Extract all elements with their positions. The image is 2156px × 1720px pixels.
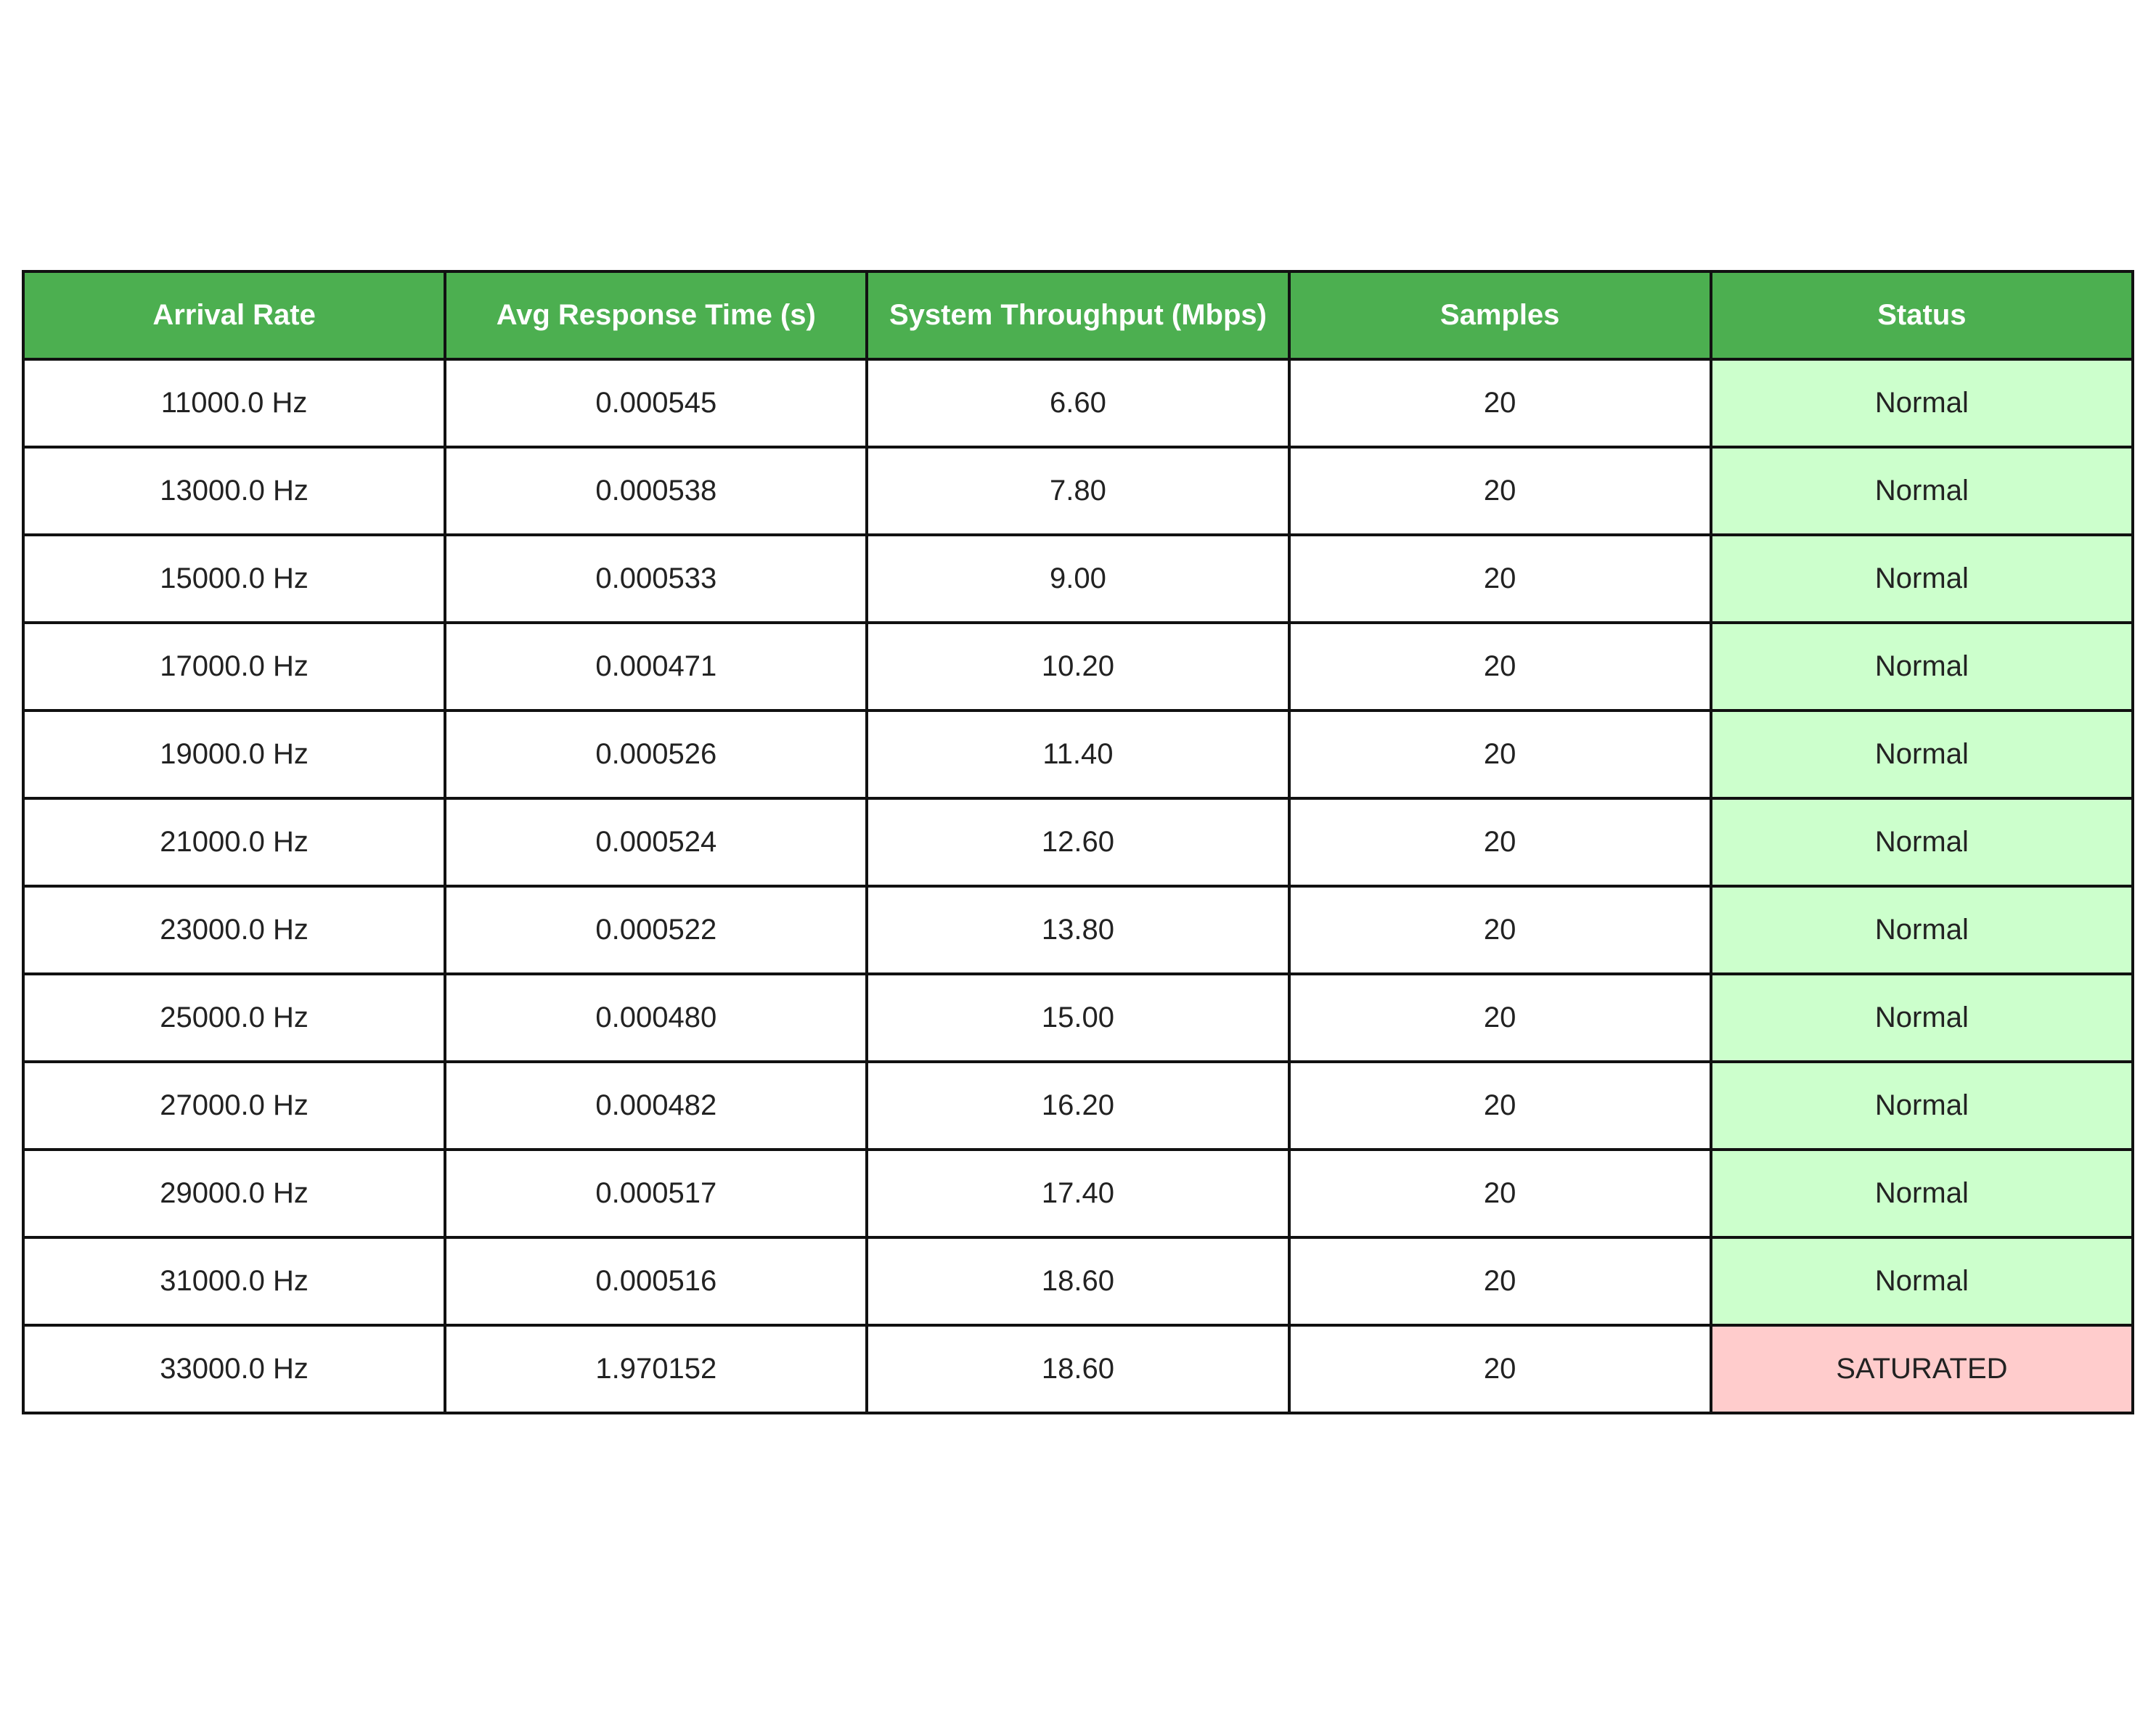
table-row: 27000.0 Hz 0.000482 16.20 20 Normal (21, 1060, 2135, 1151)
table-row: 21000.0 Hz 0.000524 12.60 20 Normal (21, 797, 2135, 888)
cell-samples: 20 (1287, 972, 1712, 1063)
cell-arrival-rate: 29000.0 Hz (21, 1148, 447, 1239)
cell-samples: 20 (1287, 1324, 1712, 1414)
cell-status: Normal (1709, 972, 2135, 1063)
cell-arrival-rate: 11000.0 Hz (21, 358, 447, 449)
cell-arrival-rate: 31000.0 Hz (21, 1236, 447, 1327)
column-header: Arrival Rate (21, 270, 447, 361)
cell-throughput: 18.60 (865, 1324, 1291, 1414)
cell-status: Normal (1709, 358, 2135, 449)
cell-status: Normal (1709, 797, 2135, 888)
cell-throughput: 11.40 (865, 709, 1291, 800)
table-row: 29000.0 Hz 0.000517 17.40 20 Normal (21, 1148, 2135, 1239)
column-header: Samples (1287, 270, 1712, 361)
table-row: 23000.0 Hz 0.000522 13.80 20 Normal (21, 885, 2135, 975)
cell-arrival-rate: 33000.0 Hz (21, 1324, 447, 1414)
table-row: 19000.0 Hz 0.000526 11.40 20 Normal (21, 709, 2135, 800)
cell-samples: 20 (1287, 1060, 1712, 1151)
table-row: 13000.0 Hz 0.000538 7.80 20 Normal (21, 446, 2135, 536)
cell-samples: 20 (1287, 533, 1712, 624)
header-row: Arrival Rate Avg Response Time (s) Syste… (21, 270, 2135, 361)
cell-arrival-rate: 19000.0 Hz (21, 709, 447, 800)
table-row: 17000.0 Hz 0.000471 10.20 20 Normal (21, 621, 2135, 712)
cell-throughput: 10.20 (865, 621, 1291, 712)
cell-arrival-rate: 27000.0 Hz (21, 1060, 447, 1151)
cell-status: Normal (1709, 1236, 2135, 1327)
cell-avg-response-time: 0.000538 (444, 446, 869, 536)
cell-status: Normal (1709, 446, 2135, 536)
cell-throughput: 16.20 (865, 1060, 1291, 1151)
cell-avg-response-time: 0.000522 (444, 885, 869, 975)
cell-throughput: 9.00 (865, 533, 1291, 624)
cell-samples: 20 (1287, 1148, 1712, 1239)
column-header: System Throughput (Mbps) (865, 270, 1291, 361)
cell-throughput: 18.60 (865, 1236, 1291, 1327)
table-row: 25000.0 Hz 0.000480 15.00 20 Normal (21, 972, 2135, 1063)
cell-status: Normal (1709, 533, 2135, 624)
cell-samples: 20 (1287, 709, 1712, 800)
cell-samples: 20 (1287, 621, 1712, 712)
cell-samples: 20 (1287, 446, 1712, 536)
cell-samples: 20 (1287, 797, 1712, 888)
cell-avg-response-time: 1.970152 (444, 1324, 869, 1414)
cell-arrival-rate: 17000.0 Hz (21, 621, 447, 712)
cell-arrival-rate: 15000.0 Hz (21, 533, 447, 624)
table-row: 15000.0 Hz 0.000533 9.00 20 Normal (21, 533, 2135, 624)
cell-throughput: 12.60 (865, 797, 1291, 888)
table-container: Arrival Rate Avg Response Time (s) Syste… (21, 270, 2135, 1414)
cell-avg-response-time: 0.000480 (444, 972, 869, 1063)
cell-status: SATURATED (1709, 1324, 2135, 1414)
cell-samples: 20 (1287, 885, 1712, 975)
cell-avg-response-time: 0.000524 (444, 797, 869, 888)
cell-status: Normal (1709, 885, 2135, 975)
cell-avg-response-time: 0.000482 (444, 1060, 869, 1151)
cell-status: Normal (1709, 709, 2135, 800)
cell-samples: 20 (1287, 1236, 1712, 1327)
table-body: 11000.0 Hz 0.000545 6.60 20 Normal 13000.0 Hz… (21, 358, 2135, 1414)
cell-samples: 20 (1287, 358, 1712, 449)
cell-status: Normal (1709, 1148, 2135, 1239)
results-table: Arrival Rate Avg Response Time (s) Syste… (21, 270, 2135, 1414)
cell-status: Normal (1709, 621, 2135, 712)
column-header: Status (1709, 270, 2135, 361)
cell-avg-response-time: 0.000517 (444, 1148, 869, 1239)
table-row: 33000.0 Hz 1.970152 18.60 20 SATURATED (21, 1324, 2135, 1414)
cell-arrival-rate: 25000.0 Hz (21, 972, 447, 1063)
cell-arrival-rate: 13000.0 Hz (21, 446, 447, 536)
cell-avg-response-time: 0.000545 (444, 358, 869, 449)
cell-avg-response-time: 0.000533 (444, 533, 869, 624)
cell-throughput: 13.80 (865, 885, 1291, 975)
cell-status: Normal (1709, 1060, 2135, 1151)
cell-arrival-rate: 23000.0 Hz (21, 885, 447, 975)
cell-throughput: 15.00 (865, 972, 1291, 1063)
table-row: 11000.0 Hz 0.000545 6.60 20 Normal (21, 358, 2135, 449)
cell-arrival-rate: 21000.0 Hz (21, 797, 447, 888)
cell-avg-response-time: 0.000516 (444, 1236, 869, 1327)
cell-throughput: 17.40 (865, 1148, 1291, 1239)
cell-throughput: 6.60 (865, 358, 1291, 449)
column-header: Avg Response Time (s) (444, 270, 869, 361)
cell-throughput: 7.80 (865, 446, 1291, 536)
table-row: 31000.0 Hz 0.000516 18.60 20 Normal (21, 1236, 2135, 1327)
cell-avg-response-time: 0.000471 (444, 621, 869, 712)
cell-avg-response-time: 0.000526 (444, 709, 869, 800)
